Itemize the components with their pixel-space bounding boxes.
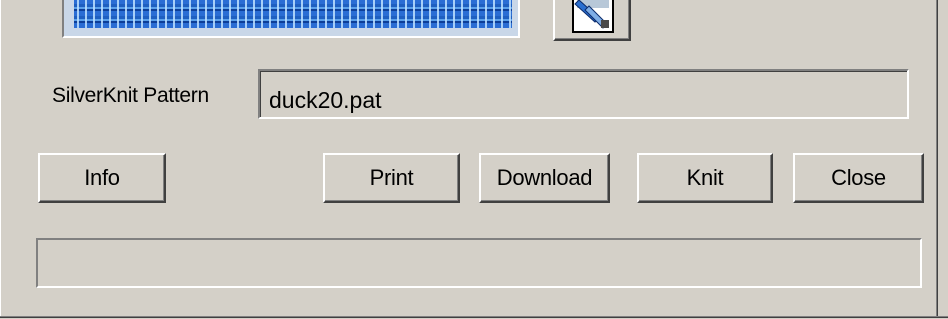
print-button[interactable]: Print	[323, 153, 460, 203]
silverknit-dialog: SilverKnit Pattern Info Print Download K…	[0, 0, 948, 319]
close-button[interactable]: Close	[793, 153, 924, 203]
dialog-right-border	[935, 0, 938, 316]
pattern-filename-field[interactable]	[258, 69, 909, 119]
status-bar	[36, 238, 922, 288]
knit-pattern-preview	[62, 0, 520, 38]
knit-button[interactable]: Knit	[637, 153, 773, 203]
info-button[interactable]: Info	[38, 153, 166, 203]
download-button[interactable]: Download	[479, 153, 610, 203]
knit-tool-icon	[572, 0, 614, 33]
preview-tool-button[interactable]	[553, 0, 631, 41]
knit-stitch-swatch	[74, 0, 512, 28]
pattern-label: SilverKnit Pattern	[52, 84, 209, 107]
